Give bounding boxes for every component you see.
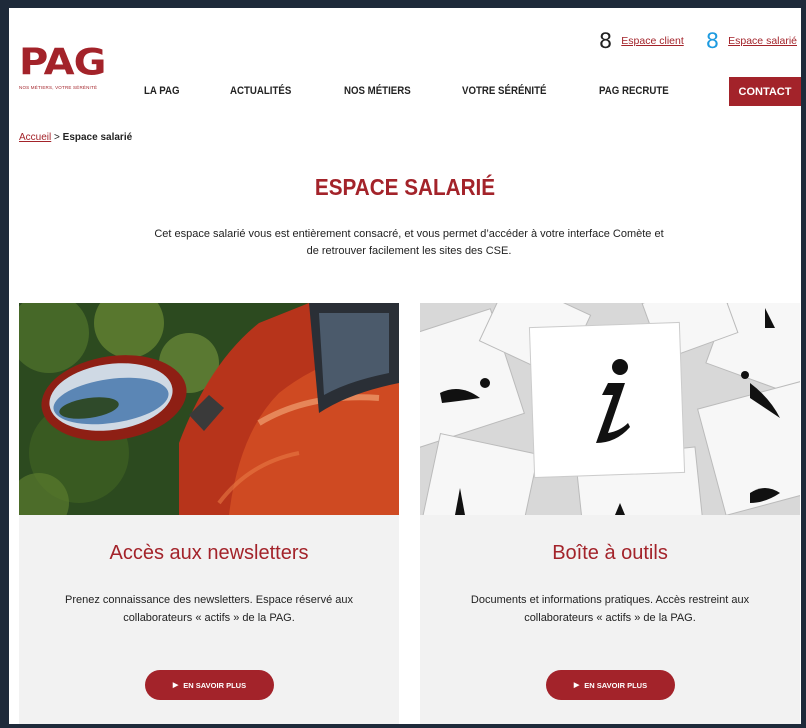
breadcrumb-separator: > xyxy=(51,132,63,143)
play-arrow-icon: ▶ xyxy=(172,682,179,689)
car-mirror-photo xyxy=(19,303,399,515)
toolbox-more-label: EN SAVOIR PLUS xyxy=(584,680,648,690)
toolbox-description: Documents et informations pratiques. Acc… xyxy=(470,594,750,624)
espace-client-label[interactable]: Espace client xyxy=(621,35,683,47)
nav-item-votre-serenite[interactable]: VOTRE SÉRÉNITÉ xyxy=(462,85,546,97)
person-icon: 8 xyxy=(598,29,613,53)
newsletters-more-label: EN SAVOIR PLUS xyxy=(183,680,247,690)
nav-item-actualites[interactable]: ACTUALITÉS xyxy=(230,85,291,97)
main-nav: LA PAG ACTUALITÉS NOS MÉTIERS VOTRE SÉRÉ… xyxy=(9,77,801,107)
nav-item-la-pag[interactable]: LA PAG xyxy=(144,85,180,97)
espace-salarie-link[interactable]: 8 Espace salarié xyxy=(705,29,797,53)
toolbox-more-button[interactable]: ▶ EN SAVOIR PLUS xyxy=(546,670,675,700)
play-arrow-icon: ▶ xyxy=(573,682,580,689)
espace-salarie-label[interactable]: Espace salarié xyxy=(728,35,797,47)
page-intro: Cet espace salarié vous est entièrement … xyxy=(154,228,664,257)
breadcrumb: Accueil > Espace salarié xyxy=(19,132,132,143)
toolbox-card: Boîte à outils Documents et informations… xyxy=(420,303,800,724)
newsletters-title: Accès aux newsletters xyxy=(109,542,309,564)
nav-item-pag-recrute[interactable]: PAG RECRUTE xyxy=(599,85,669,97)
newsletters-more-button[interactable]: ▶ EN SAVOIR PLUS xyxy=(145,670,274,700)
person-icon-blue: 8 xyxy=(705,29,720,53)
logo-wordmark: PAG xyxy=(19,41,106,84)
toolbox-title: Boîte à outils xyxy=(552,542,668,564)
breadcrumb-home-link[interactable]: Accueil xyxy=(19,132,51,143)
page-frame: PAG NOS MÉTIERS, VOTRE SÉRÉNITÉ 8 Espace… xyxy=(9,8,801,724)
newsletters-card: Accès aux newsletters Prenez connaissanc… xyxy=(19,303,399,724)
contact-button[interactable]: CONTACT xyxy=(729,77,801,106)
breadcrumb-current: Espace salarié xyxy=(62,132,133,143)
top-links: 8 Espace client 8 Espace salarié xyxy=(577,29,797,53)
newsletters-description: Prenez connaissance des newsletters. Esp… xyxy=(65,594,353,624)
info-cards-photo xyxy=(420,303,800,515)
espace-client-link[interactable]: 8 Espace client xyxy=(598,29,684,53)
nav-item-nos-metiers[interactable]: NOS MÉTIERS xyxy=(344,85,411,97)
page-title: ESPACE SALARIÉ xyxy=(314,174,496,200)
